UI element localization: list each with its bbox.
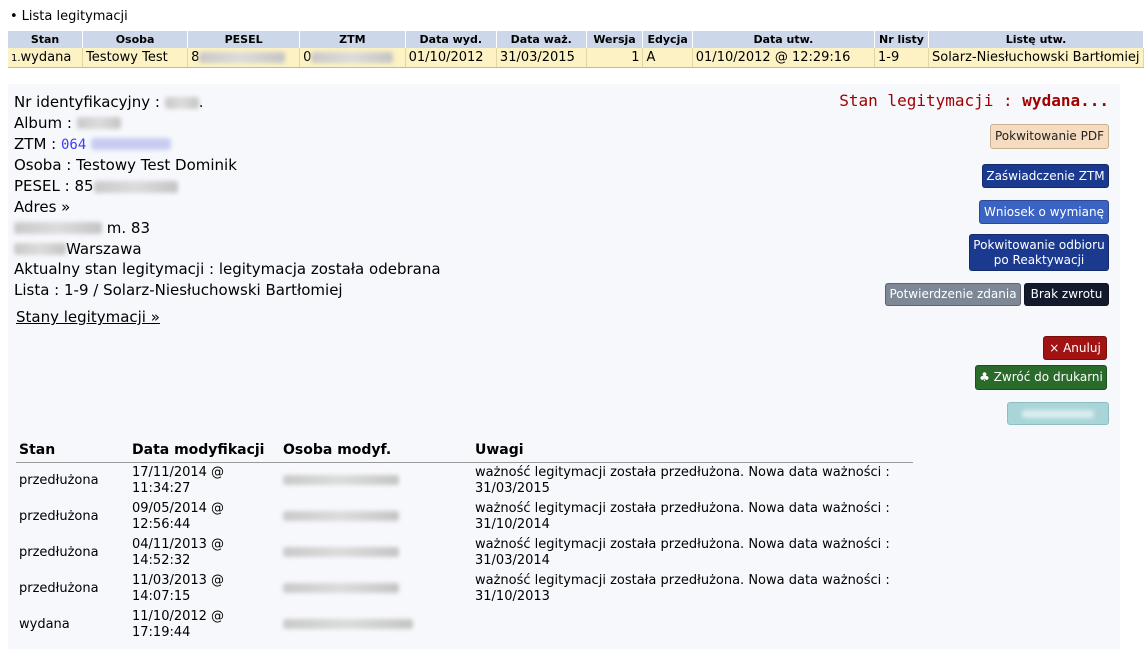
state-value: wydana... <box>1022 91 1109 110</box>
row-number: 1. <box>11 52 21 64</box>
adres-line-2: Warszawa <box>14 239 441 260</box>
col-wersja[interactable]: Wersja <box>586 31 644 48</box>
col-osoba[interactable]: Osoba <box>82 31 189 48</box>
ztm: ZTM : 064 <box>14 134 441 156</box>
adres-toggle[interactable]: Adres » <box>14 197 441 218</box>
redacted-value <box>283 547 399 557</box>
redacted-value <box>14 222 102 235</box>
redacted-value <box>14 243 66 256</box>
redacted-value <box>283 583 399 593</box>
hist-uwagi: ważność legitymacji została przedłużona.… <box>475 572 890 604</box>
hist-stan: wydana <box>19 616 70 632</box>
zwroc-do-drukarni-button[interactable]: ♣ Zwróć do drukarni <box>975 365 1107 390</box>
aktualny-stan: Aktualny stan legitymacji : legitymacja … <box>14 260 441 279</box>
cell-nr-listy[interactable]: 1-9 <box>874 48 929 68</box>
table-row: wydana 11/10/2012 @17:19:44 <box>16 607 913 643</box>
hist-col-stan: Stan <box>16 438 129 463</box>
hist-date: 17/11/2014 @11:34:27 <box>132 464 225 496</box>
hist-uwagi: ważność legitymacji została przedłużona.… <box>475 464 890 496</box>
col-pesel[interactable]: PESEL <box>187 31 301 48</box>
lista: Lista : 1-9 / Solarz-Niesłuchowski Bartł… <box>14 281 343 300</box>
table-row: przedłużona 04/11/2013 @14:52:32 ważność… <box>16 535 913 571</box>
hist-stan: przedłużona <box>19 508 99 524</box>
redacted-value <box>311 51 394 63</box>
redacted-value <box>1022 409 1094 418</box>
hist-stan: przedłużona <box>19 544 99 560</box>
pokwitowanie-pdf-button[interactable]: Pokwitowanie PDF <box>990 124 1109 149</box>
cell-edycja[interactable]: A <box>642 48 693 68</box>
wniosek-o-wymiane-button[interactable]: Wniosek o wymianę <box>979 200 1109 224</box>
redacted-value <box>283 511 399 521</box>
state-header: Stan legitymacji : wydana... <box>839 91 1109 110</box>
hist-uwagi <box>472 607 913 643</box>
col-ztm[interactable]: ZTM <box>299 31 406 48</box>
hist-date: 09/05/2014 @12:56:44 <box>132 500 225 532</box>
hist-col-data: Data modyfikacji <box>129 438 280 463</box>
legitymacje-table: Stan Osoba PESEL ZTM Data wyd. Data waż.… <box>8 31 1144 68</box>
zaswiadczenie-ztm-button[interactable]: Zaświadczenie ZTM <box>982 164 1109 188</box>
table-header-row: Stan Osoba PESEL ZTM Data wyd. Data waż.… <box>8 31 1144 48</box>
table-row: przedłużona 17/11/2014 @11:34:27 ważność… <box>16 462 913 499</box>
cell-pesel[interactable]: 8 <box>187 48 301 68</box>
cell-liste-utw[interactable]: Solarz-Niesłuchowski Bartłomiej <box>928 48 1144 68</box>
anuluj-button[interactable]: × Anuluj <box>1043 336 1107 360</box>
hist-uwagi: ważność legitymacji została przedłużona.… <box>475 536 890 568</box>
cell-ztm[interactable]: 0 <box>299 48 406 68</box>
cell-data-wyd[interactable]: 01/10/2012 <box>405 48 497 68</box>
cell-data-waz[interactable]: 31/03/2015 <box>496 48 587 68</box>
potwierdzenie-zdania-button[interactable]: Potwierdzenie zdania <box>885 283 1021 306</box>
redacted-value <box>199 51 286 63</box>
redacted-value <box>283 619 413 629</box>
hist-date: 11/03/2013 @14:07:15 <box>132 572 225 604</box>
hist-col-osoba: Osoba modyf. <box>280 438 472 463</box>
col-stan[interactable]: Stan <box>8 31 84 48</box>
album: Album : <box>14 113 441 134</box>
hist-osoba <box>280 462 472 499</box>
hist-osoba <box>280 499 472 535</box>
hist-stan: przedłużona <box>19 580 99 596</box>
osoba: Osoba : Testowy Test Dominik <box>14 156 237 175</box>
col-data-wyd[interactable]: Data wyd. <box>405 31 497 48</box>
history-table: Stan Data modyfikacji Osoba modyf. Uwagi… <box>16 438 913 643</box>
list-title: • Lista legitymacji <box>10 9 128 24</box>
hist-col-uwagi: Uwagi <box>472 438 913 463</box>
legitymacja-info: Nr identyfikacyjny : . Album : ZTM : 064… <box>14 92 441 301</box>
hist-date: 04/11/2013 @14:52:32 <box>132 536 225 568</box>
redacted-value <box>283 475 399 485</box>
hist-osoba <box>280 571 472 607</box>
cell-wersja[interactable]: 1 <box>586 48 644 68</box>
col-data-waz[interactable]: Data waż. <box>496 31 587 48</box>
table-row[interactable]: 1.wydana Testowy Test 8 0 01/10/2012 31/… <box>8 48 1144 68</box>
detail-panel: Nr identyfikacyjny : . Album : ZTM : 064… <box>8 84 1120 649</box>
hist-osoba <box>280 535 472 571</box>
stany-legitymacji-link[interactable]: Stany legitymacji » <box>16 308 160 326</box>
redacted-value <box>91 138 172 151</box>
col-liste-utw[interactable]: Listę utw. <box>928 31 1144 48</box>
ztm-value[interactable]: 064 <box>61 137 86 153</box>
table-row: przedłużona 09/05/2014 @12:56:44 ważność… <box>16 499 913 535</box>
pokwitowanie-odbioru-button[interactable]: Pokwitowanie odbioru po Reaktywacji <box>969 234 1109 271</box>
pesel: PESEL : 85 <box>14 176 441 197</box>
history-header-row: Stan Data modyfikacji Osoba modyf. Uwagi <box>16 438 913 463</box>
bullet-icon: • <box>10 9 18 24</box>
cell-stan[interactable]: 1.wydana <box>8 48 84 68</box>
cell-osoba[interactable]: Testowy Test <box>82 48 189 68</box>
adres-line-1: m. 83 <box>14 218 441 239</box>
hist-stan: przedłużona <box>19 472 99 488</box>
redacted-button[interactable] <box>1007 402 1109 425</box>
brak-zwrotu-button[interactable]: Brak zwrotu <box>1024 283 1109 306</box>
hist-osoba <box>280 607 472 643</box>
col-data-utw[interactable]: Data utw. <box>692 31 876 48</box>
col-nr-listy[interactable]: Nr listy <box>874 31 929 48</box>
redacted-value <box>76 117 121 130</box>
hist-uwagi: ważność legitymacji została przedłużona.… <box>475 500 890 532</box>
col-edycja[interactable]: Edycja <box>642 31 693 48</box>
hist-date: 11/10/2012 @17:19:44 <box>132 608 225 640</box>
table-row: przedłużona 11/03/2013 @14:07:15 ważność… <box>16 571 913 607</box>
nr-identyfikacyjny: Nr identyfikacyjny : . <box>14 93 204 111</box>
redacted-value <box>93 180 178 193</box>
redacted-value <box>164 96 199 109</box>
cell-data-utw[interactable]: 01/10/2012 @ 12:29:16 <box>692 48 876 68</box>
